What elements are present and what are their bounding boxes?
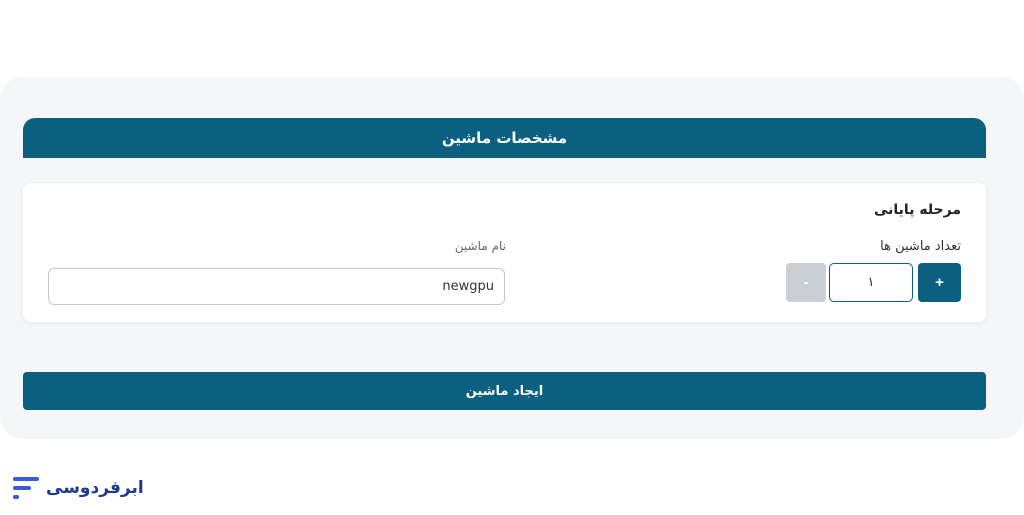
minus-icon: - (803, 274, 809, 291)
create-machine-label: ایجاد ماشین (465, 383, 544, 399)
logo-icon (13, 477, 39, 499)
machine-count-input[interactable] (829, 263, 913, 302)
machine-count-label: تعداد ماشین ها (880, 239, 961, 254)
create-machine-button[interactable]: ایجاد ماشین (23, 372, 986, 410)
brand-name: ابرفردوسی (46, 478, 144, 498)
section-header: مشخصات ماشین (23, 118, 986, 158)
machine-name-label: نام ماشین (454, 239, 506, 253)
machine-settings-card: مرحله پایانی تعداد ماشین ها نام ماشین + … (23, 183, 986, 322)
decrement-button[interactable]: - (786, 263, 826, 302)
machine-name-input[interactable] (48, 268, 505, 305)
brand-logo: ابرفردوسی (12, 474, 144, 502)
plus-icon: + (935, 274, 944, 291)
increment-button[interactable]: + (918, 263, 961, 302)
section-header-title: مشخصات ماشین (441, 129, 568, 147)
step-title: مرحله پایانی (874, 202, 961, 218)
